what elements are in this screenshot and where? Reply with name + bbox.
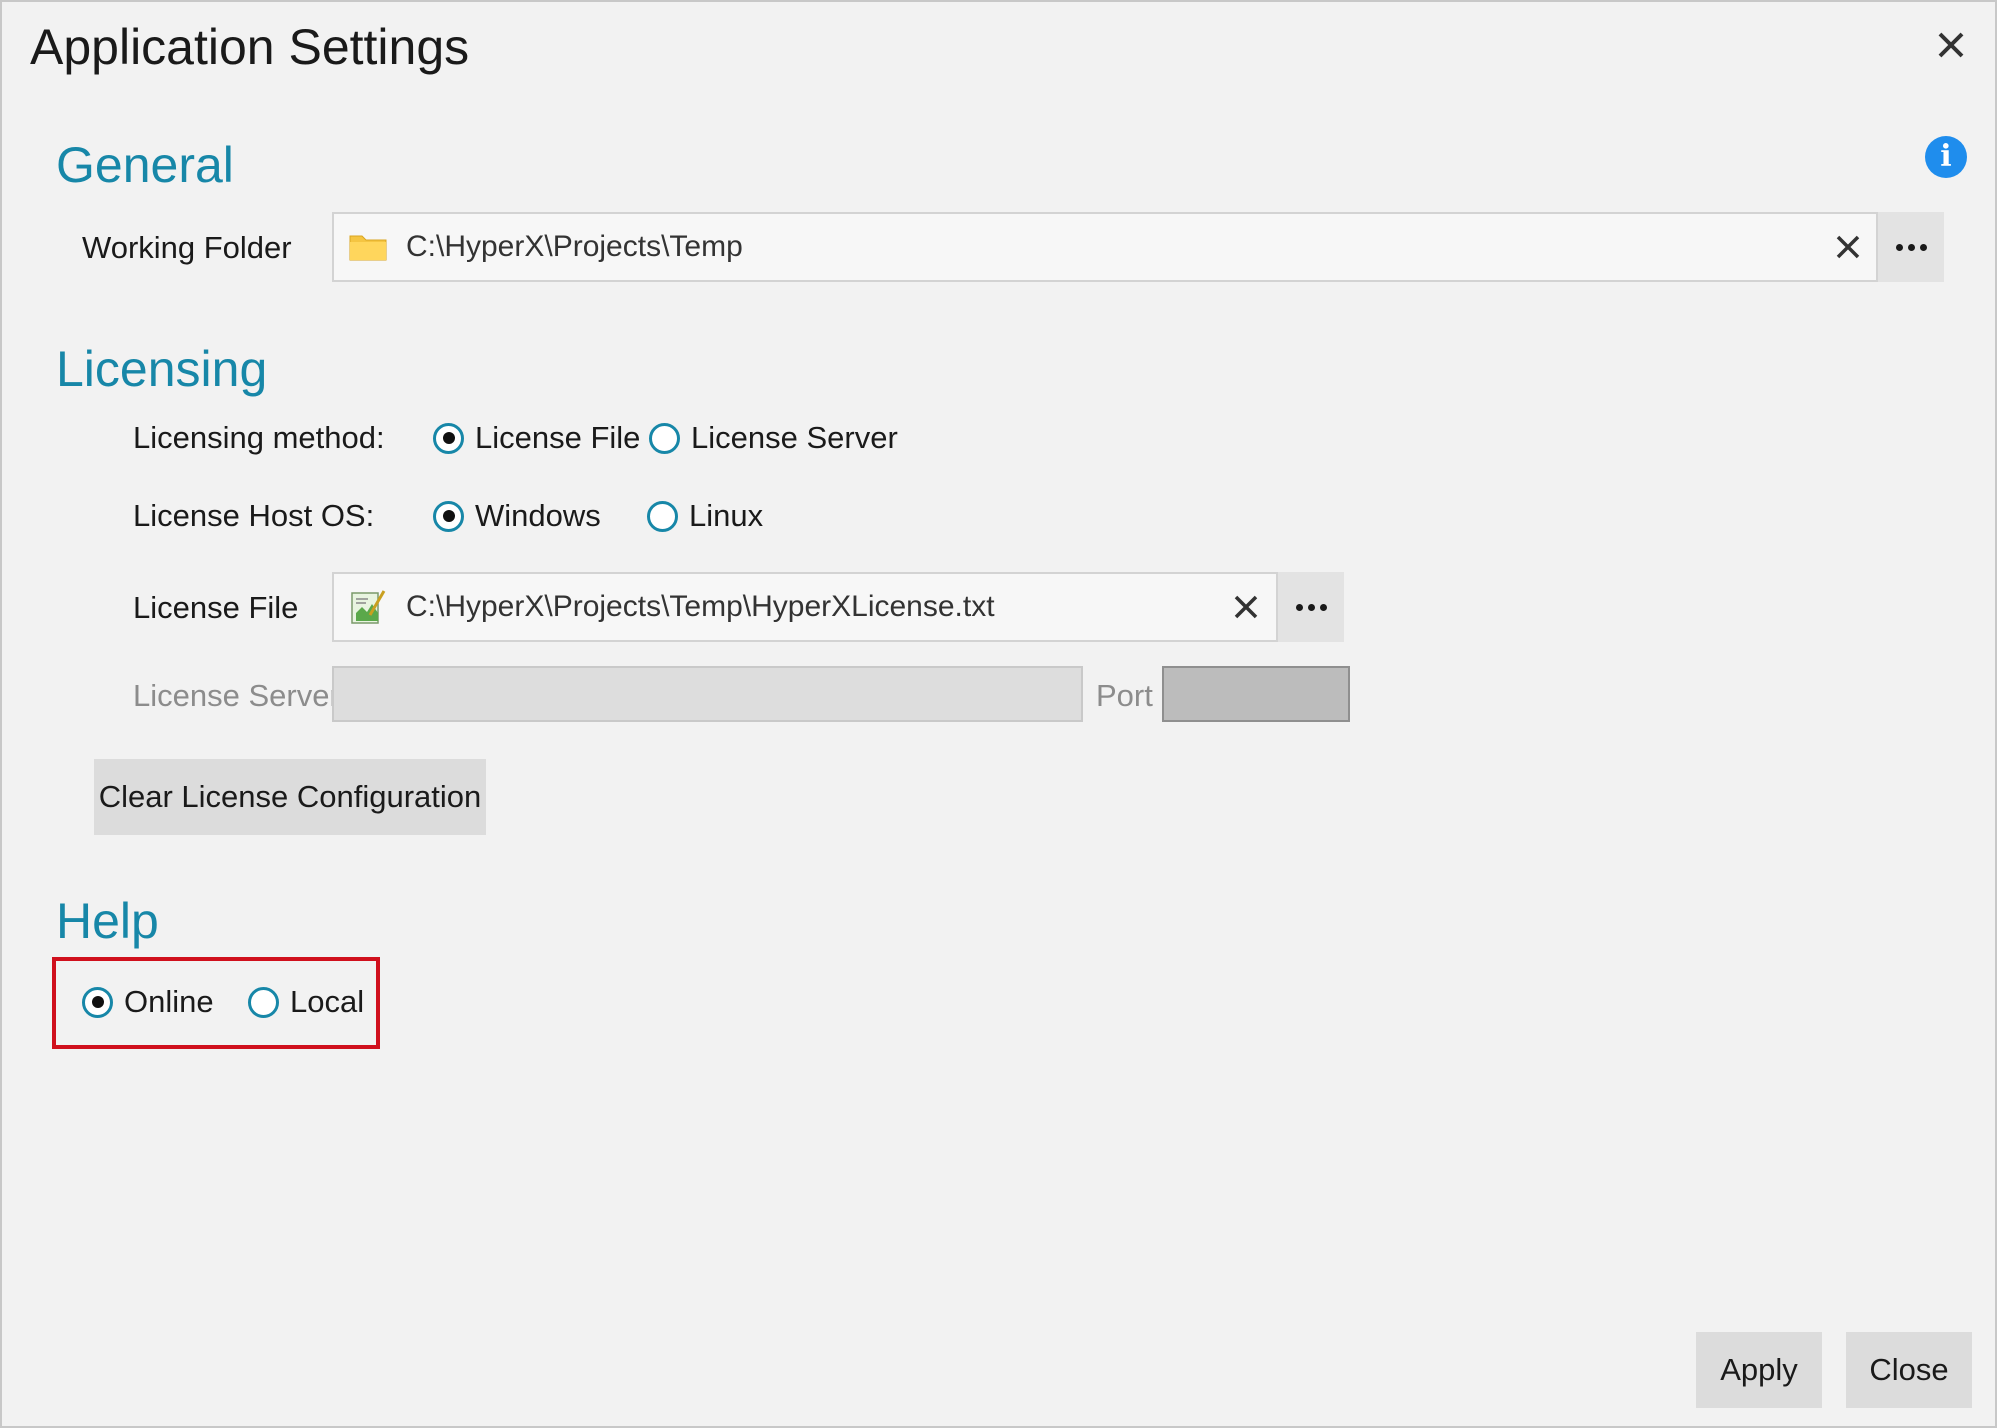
folder-icon (348, 232, 388, 262)
port-label: Port (1096, 678, 1153, 713)
close-icon[interactable] (1930, 24, 1972, 66)
radio-windows[interactable]: Windows (433, 498, 601, 534)
radio-help-online[interactable]: Online (82, 984, 214, 1020)
license-file-field[interactable]: C:\HyperX\Projects\Temp\HyperXLicense.tx… (332, 572, 1344, 642)
radio-license-server-label: License Server (691, 420, 898, 455)
section-help-heading: Help (56, 893, 159, 949)
info-icon[interactable]: i (1925, 136, 1967, 178)
radio-license-server[interactable]: License Server (649, 420, 898, 456)
radio-checked-icon (433, 422, 464, 454)
radio-license-file[interactable]: License File (433, 420, 640, 456)
license-file-path[interactable]: C:\HyperX\Projects\Temp\HyperXLicense.tx… (406, 590, 995, 624)
browse-license-file-button[interactable] (1276, 572, 1344, 642)
radio-unchecked-icon (647, 500, 678, 532)
settings-dialog: Application Settings i General Working F… (0, 0, 1997, 1428)
radio-unchecked-icon (248, 986, 279, 1018)
apply-button[interactable]: Apply (1696, 1332, 1822, 1408)
radio-checked-icon (433, 500, 464, 532)
clear-license-file-icon[interactable] (1216, 574, 1276, 640)
clear-license-configuration-button[interactable]: Clear License Configuration (94, 759, 486, 835)
radio-license-file-label: License File (475, 420, 641, 455)
close-button[interactable]: Close (1846, 1332, 1972, 1408)
dialog-title: Application Settings (30, 19, 470, 75)
section-licensing-heading: Licensing (56, 341, 268, 397)
browse-working-folder-button[interactable] (1876, 212, 1944, 282)
working-folder-label: Working Folder (82, 230, 292, 265)
radio-checked-icon (82, 986, 113, 1018)
radio-help-local-label: Local (290, 984, 365, 1019)
working-folder-path[interactable]: C:\HyperX\Projects\Temp (406, 230, 743, 264)
radio-help-local[interactable]: Local (248, 984, 364, 1020)
text-file-icon (348, 587, 388, 627)
license-server-input[interactable] (332, 666, 1083, 722)
license-server-label: License Server (133, 678, 340, 713)
licensing-method-label: Licensing method: (133, 420, 385, 455)
working-folder-field[interactable]: C:\HyperX\Projects\Temp (332, 212, 1944, 282)
license-host-os-label: License Host OS: (133, 498, 375, 533)
radio-linux-label: Linux (689, 498, 764, 533)
radio-unchecked-icon (649, 422, 680, 454)
port-input[interactable] (1162, 666, 1350, 722)
radio-linux[interactable]: Linux (647, 498, 763, 534)
license-file-label: License File (133, 590, 299, 625)
radio-help-online-label: Online (124, 984, 214, 1019)
section-general-heading: General (56, 137, 234, 193)
clear-working-folder-icon[interactable] (1818, 214, 1878, 280)
radio-windows-label: Windows (475, 498, 601, 533)
